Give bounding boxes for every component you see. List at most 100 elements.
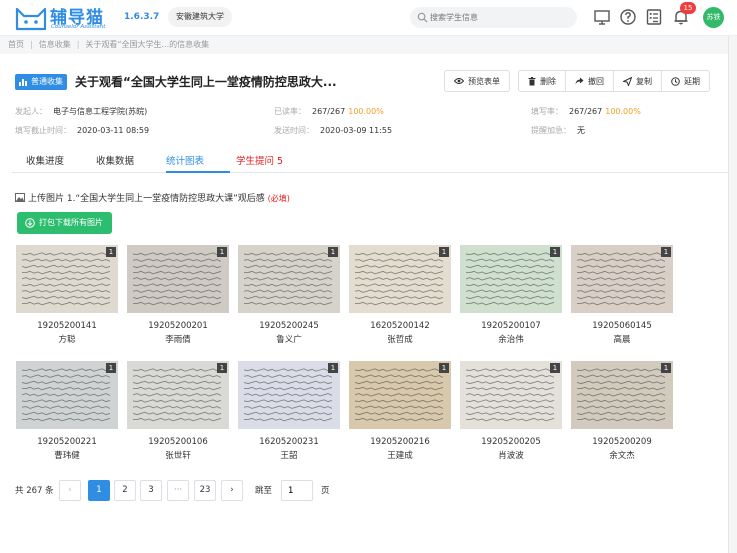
handwritten-image-thumbnail[interactable]: 1 [16, 245, 118, 313]
image-count-badge: 1 [328, 363, 338, 373]
withdraw-button[interactable]: 撤回 [566, 71, 614, 91]
remind-info: 提醒加急：无 [531, 126, 585, 135]
handwritten-image-thumbnail[interactable]: 1 [460, 245, 562, 313]
tab-charts[interactable]: 统计图表 [166, 153, 204, 167]
page-23[interactable]: 23 [194, 480, 216, 501]
gallery-card[interactable]: 1 19205200221 曹玮健 [16, 361, 118, 461]
goto-label: 跳至 [255, 486, 273, 496]
page-2[interactable]: 2 [114, 480, 136, 501]
deadline-info: 填写截止时间： 2020-03-11 08:59 [15, 126, 150, 135]
student-name: 鲁义广 [276, 335, 302, 345]
fill-rate: 填写率： 267/267 100.00% [531, 107, 641, 116]
page-1[interactable]: 1 [88, 480, 110, 501]
version-label: 1.6.3.7 [124, 12, 160, 22]
trash-icon [528, 76, 536, 85]
handwriting-scribble-icon [22, 252, 111, 306]
student-name: 王韶 [280, 451, 298, 461]
right-scroll-edge[interactable] [728, 36, 737, 553]
extend-button[interactable]: 延期 [662, 71, 709, 91]
tab-progress[interactable]: 收集进度 [26, 153, 64, 167]
student-id: 19205060145 [592, 321, 652, 331]
gallery-card[interactable]: 1 16205200142 张哲成 [349, 245, 451, 345]
student-name: 曹玮健 [54, 451, 80, 461]
search-input[interactable] [430, 10, 570, 25]
image-count-badge: 1 [439, 247, 449, 257]
clock-icon [671, 76, 680, 86]
gallery-card[interactable]: 1 19205200216 王建成 [349, 361, 451, 461]
student-name: 张哲成 [387, 335, 413, 345]
student-name: 方聪 [58, 335, 76, 345]
student-name: 李雨倩 [165, 335, 191, 345]
share-icon [575, 77, 584, 85]
gallery-card[interactable]: 1 19205200209 余文杰 [571, 361, 673, 461]
image-icon [15, 193, 25, 202]
handwritten-image-thumbnail[interactable]: 1 [127, 245, 229, 313]
gallery-card[interactable]: 1 19205200205 肖波波 [460, 361, 562, 461]
image-count-badge: 1 [550, 247, 560, 257]
sender-info: 发起人： 电子与信息工程学院(苏皖) [15, 107, 148, 116]
image-count-badge: 1 [328, 247, 338, 257]
breadcrumb-collect[interactable]: 信息收集 [39, 40, 71, 49]
handwritten-image-thumbnail[interactable]: 1 [349, 361, 451, 429]
page-3[interactable]: 3 [140, 480, 162, 501]
download-icon [25, 218, 35, 228]
page-title: 关于观看“全国大学生同上一堂疫情防控思政大... [75, 75, 337, 89]
handwritten-image-thumbnail[interactable]: 1 [571, 245, 673, 313]
goto-page-input[interactable] [281, 480, 313, 501]
notification-badge: 15 [680, 2, 696, 14]
handwritten-image-thumbnail[interactable]: 1 [127, 361, 229, 429]
handwriting-scribble-icon [577, 252, 666, 306]
handwritten-image-thumbnail[interactable]: 1 [460, 361, 562, 429]
student-id: 16205200231 [259, 437, 319, 447]
avatar[interactable]: 苏铁 [703, 7, 724, 28]
gallery-card[interactable]: 1 19205200245 鲁义广 [238, 245, 340, 345]
breadcrumb-current: 关于观看“全国大学生...的信息收集 [85, 40, 210, 49]
download-all-button[interactable]: 打包下载所有图片 [17, 212, 112, 234]
gallery-card[interactable]: 1 19205200141 方聪 [16, 245, 118, 345]
preview-form-button[interactable]: 预览表单 [445, 71, 509, 91]
tab-bar: 收集进度 收集数据 统计图表 学生提问 5 [12, 150, 737, 173]
logo-subtitle: Counselor Assistant [51, 24, 106, 30]
help-icon[interactable] [619, 8, 637, 26]
image-count-badge: 1 [439, 363, 449, 373]
required-mark: (必填) [267, 194, 290, 203]
monitor-icon[interactable] [593, 8, 611, 26]
top-header: 辅导猫 Counselor Assistant 1.6.3.7 安徽建筑大学 1… [0, 0, 737, 36]
gallery-card[interactable]: 1 16205200231 王韶 [238, 361, 340, 461]
copy-button[interactable]: 复制 [614, 71, 662, 91]
tab-data[interactable]: 收集数据 [96, 153, 134, 167]
preview-group: 预览表单 [444, 70, 510, 92]
gallery-card[interactable]: 1 19205200107 余治伟 [460, 245, 562, 345]
gallery-card[interactable]: 1 19205200201 李雨倩 [127, 245, 229, 345]
handwritten-image-thumbnail[interactable]: 1 [349, 245, 451, 313]
breadcrumb-home[interactable]: 首页 [8, 40, 24, 49]
school-selector[interactable]: 安徽建筑大学 [168, 7, 232, 27]
breadcrumb: 首页 | 信息收集 | 关于观看“全国大学生...的信息收集 [0, 36, 737, 54]
search-box[interactable] [410, 7, 577, 28]
student-id: 19205200209 [592, 437, 652, 447]
handwritten-image-thumbnail[interactable]: 1 [571, 361, 673, 429]
handwritten-image-thumbnail[interactable]: 1 [238, 245, 340, 313]
delete-button[interactable]: 删除 [519, 71, 566, 91]
gallery-card[interactable]: 1 19205200106 张世轩 [127, 361, 229, 461]
page-ellipsis[interactable]: ··· [167, 480, 189, 501]
active-tab-indicator [166, 171, 230, 173]
checklist-icon[interactable] [645, 8, 663, 26]
handwritten-image-thumbnail[interactable]: 1 [16, 361, 118, 429]
student-id: 19205200141 [37, 321, 97, 331]
student-name: 张世轩 [165, 451, 191, 461]
eye-icon [454, 78, 464, 84]
action-group: 删除 撤回 复制 延期 [518, 70, 710, 92]
read-rate: 已读率： 267/267 100.00% [274, 107, 384, 116]
handwriting-scribble-icon [466, 252, 555, 306]
prev-page-button[interactable]: ‹ [59, 480, 81, 501]
student-id: 19205200245 [259, 321, 319, 331]
next-page-button[interactable]: › [221, 480, 243, 501]
student-id: 19205200216 [370, 437, 430, 447]
goto-suffix: 页 [321, 486, 330, 496]
gallery-card[interactable]: 1 19205060145 高晨 [571, 245, 673, 345]
tab-questions[interactable]: 学生提问 5 [236, 153, 283, 167]
question-title: 上传图片 1.“全国大学生同上一堂疫情防控思政大课”观后感 (必填) [15, 191, 290, 204]
logo[interactable]: 辅导猫 Counselor Assistant [14, 3, 109, 33]
handwritten-image-thumbnail[interactable]: 1 [238, 361, 340, 429]
